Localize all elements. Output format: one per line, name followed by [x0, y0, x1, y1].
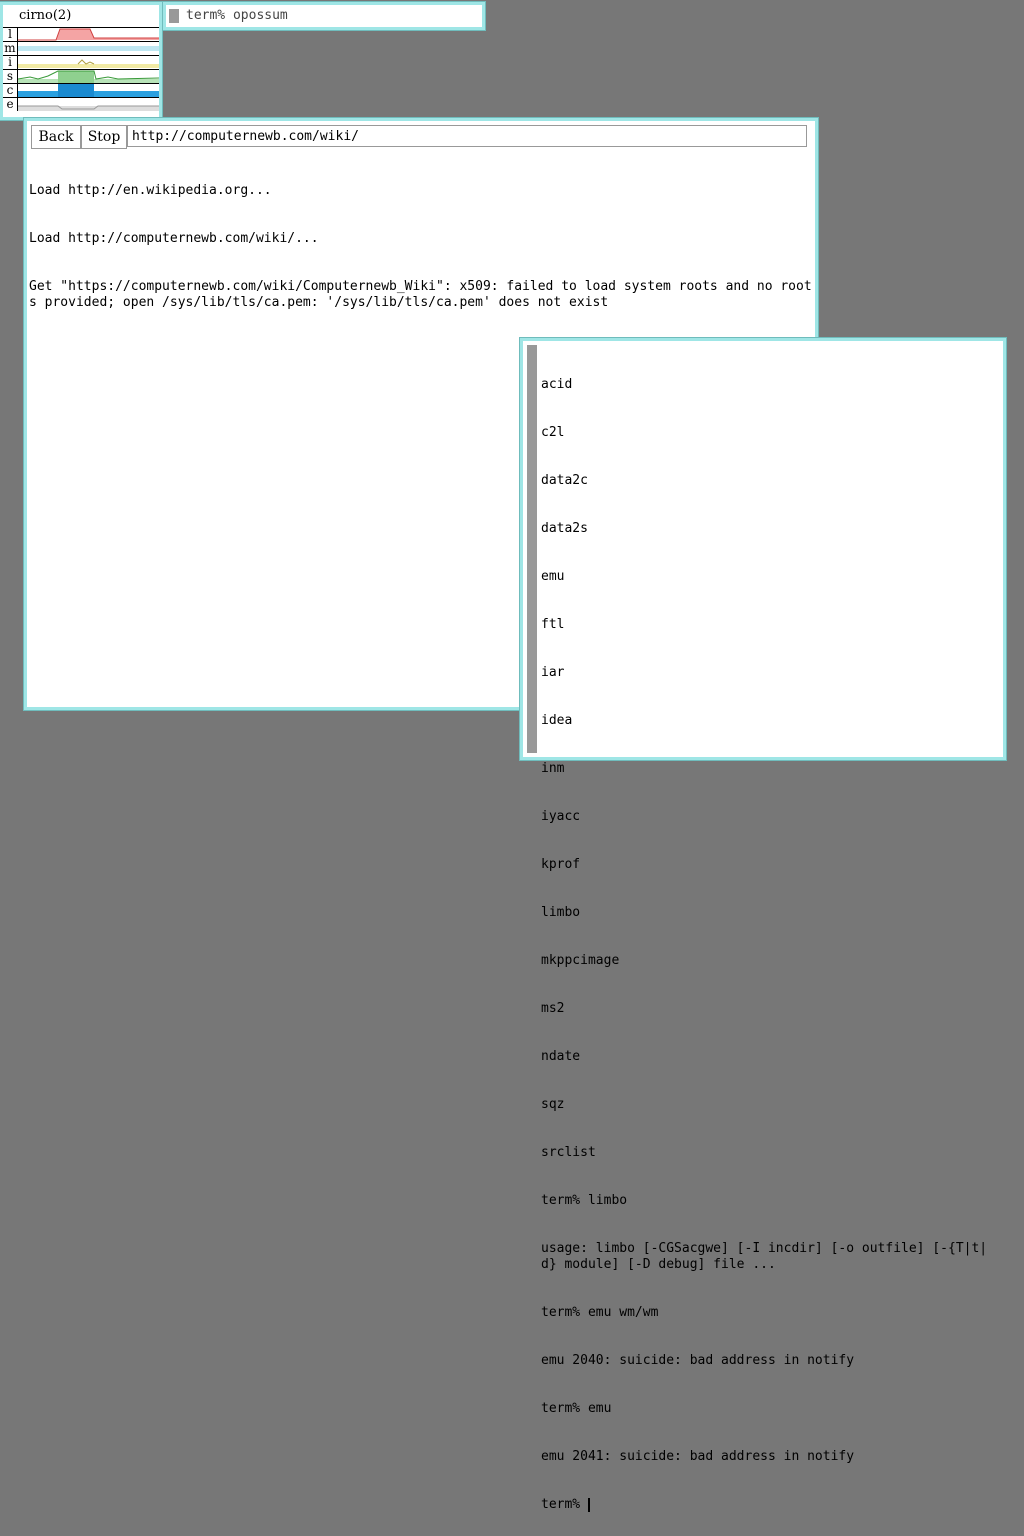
stats-graph-s [17, 70, 160, 83]
stats-graph-e [18, 98, 159, 111]
stats-window[interactable]: cirno(2) l m i s c e [0, 2, 162, 120]
scrollbar[interactable] [527, 345, 537, 753]
terminal-line: data2s [541, 521, 588, 536]
stats-row-s: s [3, 69, 160, 83]
terminal-line: idea [541, 713, 573, 728]
terminal-line: srclist [541, 1145, 596, 1160]
stats-row-l: l [3, 27, 159, 41]
terminal-window[interactable]: acid c2l data2c data2s emu ftl iar idea … [520, 338, 1006, 1512]
terminal-small-line: term% opossum [186, 8, 288, 23]
terminal-line: emu [541, 569, 565, 584]
stats-row-c: c [3, 83, 159, 97]
stats-graph-i [18, 56, 159, 69]
terminal-line: term% limbo [541, 1193, 628, 1208]
graph-e-svg [18, 105, 159, 111]
stats-row-e: e [3, 97, 159, 111]
stats-graph-m [18, 42, 159, 55]
terminal-line: ftl [541, 617, 565, 632]
stats-label-l: l [3, 28, 18, 41]
terminal-prompt-line[interactable]: term% [541, 1497, 1001, 1513]
terminal-line: iyacc [541, 809, 581, 824]
back-button[interactable]: Back [31, 125, 81, 149]
graph-l-svg [18, 28, 159, 41]
terminal-line: sqz [541, 1097, 565, 1112]
terminal-line: term% emu [541, 1401, 612, 1416]
stats-graph-c [18, 84, 159, 97]
terminal-line: term% emu wm/wm [541, 1305, 659, 1320]
graph-s-svg [17, 70, 160, 83]
terminal-line: data2c [541, 473, 588, 488]
terminal-line: kprof [541, 857, 581, 872]
terminal-output[interactable]: acid c2l data2c data2s emu ftl iar idea … [541, 345, 1001, 1536]
graph-m-svg [18, 46, 159, 51]
terminal-line: acid [541, 377, 573, 392]
graph-c-svg [18, 84, 159, 97]
stats-label-i: i [3, 56, 18, 69]
stats-label-c: c [3, 84, 18, 97]
terminal-line: emu 2040: suicide: bad address in notify [541, 1353, 855, 1368]
graph-i-svg [18, 59, 159, 68]
terminal-line: usage: limbo [-CGSacgwe] [-I incdir] [-o… [541, 1241, 988, 1272]
terminal-prompt: term% [541, 1497, 588, 1512]
terminal-line: inm [541, 761, 565, 776]
scrollbar[interactable] [169, 9, 179, 23]
terminal-line: c2l [541, 425, 565, 440]
terminal-line: ndate [541, 1049, 581, 1064]
log-line: Get "https://computernewb.com/wiki/Compu… [29, 279, 812, 310]
terminal-line: mkppcimage [541, 953, 620, 968]
stats-label-s: s [3, 70, 18, 83]
log-line: Load http://en.wikipedia.org... [29, 183, 272, 198]
stats-row-m: m [3, 41, 159, 55]
url-input[interactable]: http://computernewb.com/wiki/ [127, 125, 807, 147]
stats-row-i: i [3, 55, 159, 69]
stats-graph-l [18, 28, 159, 41]
stats-label-e: e [3, 98, 18, 111]
log-line: Load http://computernewb.com/wiki/... [29, 231, 319, 246]
terminal-line: emu 2041: suicide: bad address in notify [541, 1449, 855, 1464]
terminal-line: limbo [541, 905, 581, 920]
stats-label-m: m [3, 42, 18, 55]
stats-title: cirno(2) [19, 8, 72, 23]
stop-button[interactable]: Stop [81, 125, 127, 149]
text-cursor-icon [587, 1497, 590, 1512]
terminal-line: iar [541, 665, 565, 680]
terminal-line: ms2 [541, 1001, 565, 1016]
stats-rows: l m i s c e [3, 27, 160, 111]
terminal-small-window[interactable]: term% opossum [163, 2, 485, 30]
browser-log: Load http://en.wikipedia.org... Load htt… [29, 151, 813, 343]
